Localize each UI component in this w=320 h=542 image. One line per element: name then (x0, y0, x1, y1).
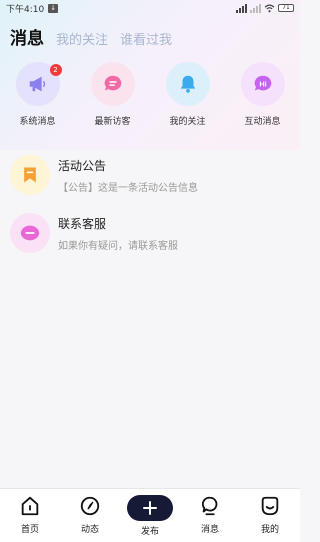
quick-icon-bg: 2 (15, 62, 62, 106)
nav-profile[interactable]: 我的 (240, 489, 300, 542)
quick-system-messages[interactable]: 2 系统消息 (0, 62, 75, 127)
hi-text: Hi (259, 79, 266, 88)
download-icon: ↓ (48, 3, 59, 13)
status-time: 下午4:10 (6, 4, 45, 15)
message-list: 活动公告 【公告】这是一条活动公告信息 联系客服 如果你有疑问，请联系客服 (0, 146, 300, 262)
quick-recent-visitors[interactable]: 最新访客 (75, 62, 150, 127)
nav-publish[interactable]: 发布 (120, 489, 180, 542)
quick-icon-bg: Hi (240, 62, 285, 106)
nav-label: 首页 (20, 525, 39, 535)
quick-label: 我的关注 (169, 117, 206, 127)
row-text: 活动公告 【公告】这是一条活动公告信息 (58, 157, 198, 194)
nav-label: 动态 (80, 525, 99, 535)
row-subtitle: 如果你有疑问，请联系客服 (58, 240, 178, 252)
tab-who-viewed-me[interactable]: 谁看过我 (120, 29, 172, 48)
bottom-nav: 首页 动态 发布 消息 我的 (0, 488, 300, 542)
bookmark-icon (24, 167, 36, 183)
quick-label: 系统消息 (19, 117, 56, 127)
message-tabs: 消息 我的关注 谁看过我 (10, 24, 172, 49)
customer-service-icon (20, 225, 40, 241)
row-title: 联系客服 (58, 216, 107, 231)
home-icon (19, 495, 41, 517)
status-bar: 下午4:10 ↓ 71 (0, 0, 300, 16)
row-text: 联系客服 如果你有疑问，请联系客服 (58, 215, 178, 252)
row-title: 活动公告 (58, 158, 107, 173)
signal-secondary-icon (250, 3, 261, 13)
plus-icon (127, 495, 173, 521)
compass-icon (79, 495, 101, 517)
megaphone-icon (29, 76, 45, 92)
status-indicators: 71 (236, 3, 294, 13)
quick-icon-bg (165, 62, 210, 106)
tab-messages[interactable]: 消息 (10, 24, 44, 49)
tab-my-follows[interactable]: 我的关注 (56, 29, 108, 48)
nav-home[interactable]: 首页 (0, 489, 60, 542)
unread-badge: 2 (49, 64, 62, 76)
quick-my-follows[interactable]: 我的关注 (150, 62, 225, 127)
bell-icon (180, 75, 195, 93)
nav-label: 我的 (260, 525, 279, 535)
nav-messages[interactable]: 消息 (180, 489, 240, 542)
nav-feed[interactable]: 动态 (60, 489, 120, 542)
row-icon-bg (10, 213, 50, 253)
list-item-announcement[interactable]: 活动公告 【公告】这是一条活动公告信息 (0, 146, 300, 204)
row-icon-bg (10, 155, 50, 195)
quick-label: 互动消息 (244, 117, 281, 127)
battery-icon: 71 (278, 4, 294, 12)
quick-icon-bg (90, 62, 135, 106)
message-icon (199, 495, 221, 517)
list-item-customer-service[interactable]: 联系客服 如果你有疑问，请联系客服 (0, 204, 300, 262)
chat-bubble-icon (104, 75, 121, 91)
signal-icon (236, 3, 247, 13)
nav-label: 消息 (200, 525, 219, 535)
row-subtitle: 【公告】这是一条活动公告信息 (58, 182, 198, 194)
wifi-icon (264, 4, 275, 12)
quick-interaction-messages[interactable]: Hi 互动消息 (225, 62, 300, 127)
nav-label: 发布 (140, 527, 159, 537)
hi-bubble-icon: Hi (254, 75, 271, 91)
profile-icon (259, 495, 281, 517)
quick-label: 最新访客 (94, 117, 131, 127)
quick-actions: 2 系统消息 最新访客 我的关注 Hi 互动消息 (0, 62, 300, 127)
